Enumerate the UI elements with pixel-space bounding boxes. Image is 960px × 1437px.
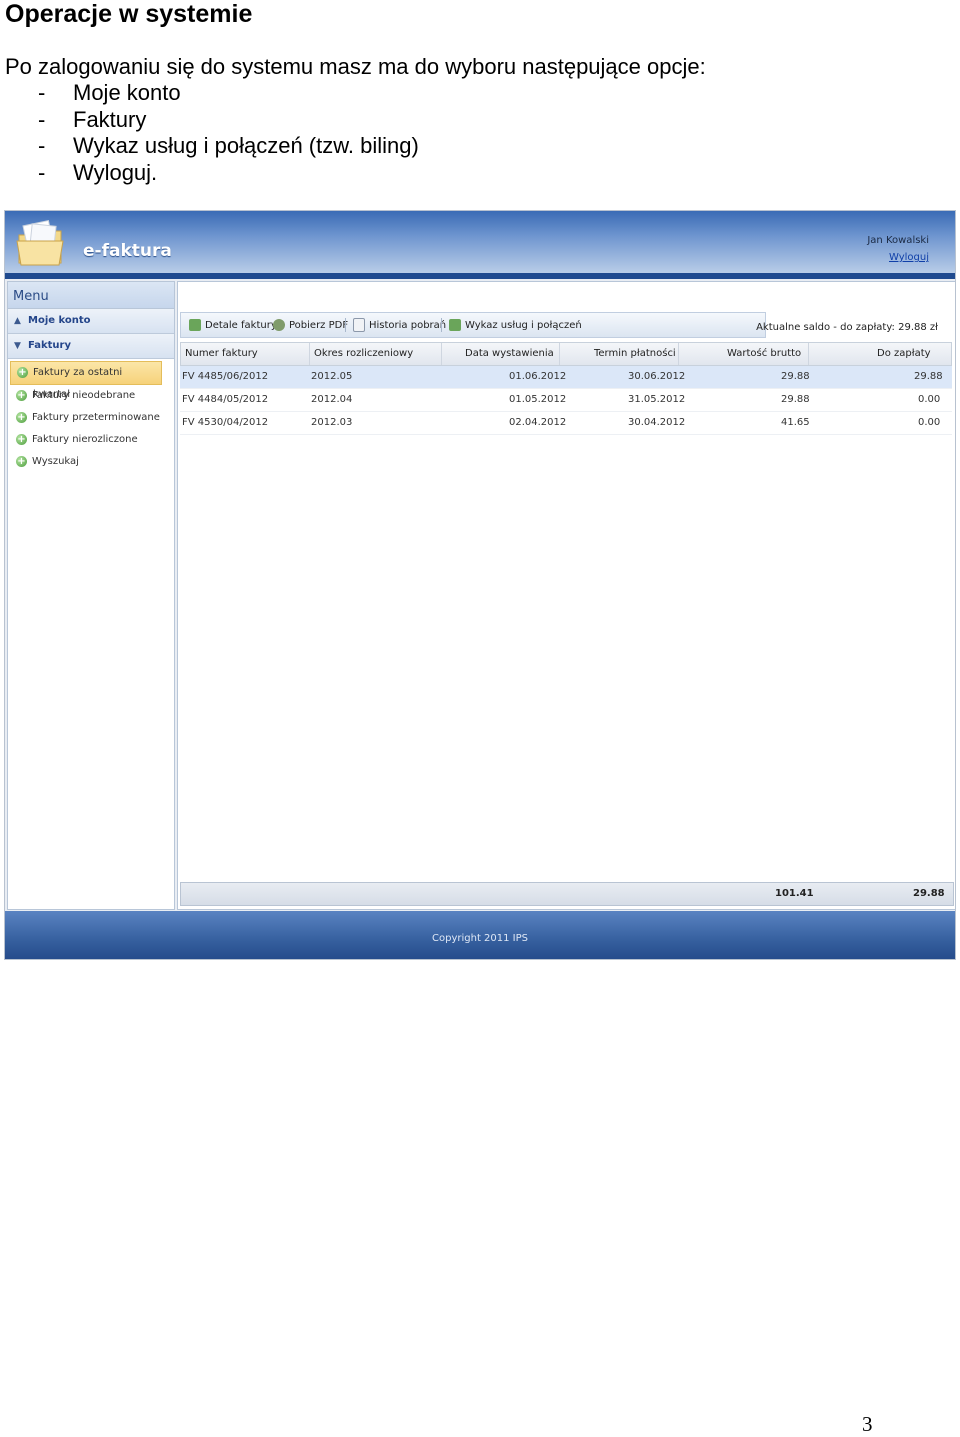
balance-text: Aktualne saldo - do zapłaty: 29.88 zł [756,322,938,333]
cell-invoice-number: FV 4485/06/2012 [182,371,269,382]
sidebar: Menu ▲ Moje konto ▼ Faktury + Faktury za… [7,281,175,910]
section-label: Faktury [28,340,71,351]
page-number: 3 [862,1412,873,1436]
column-header[interactable]: Okres rozliczeniowy [314,343,413,365]
list-item-text: Moje konto [73,80,181,105]
cell-period: 2012.04 [311,394,353,405]
app-footer: Copyright 2011 IPS [5,911,955,959]
button-label: Pobierz PDF [289,320,349,331]
column-divider [309,343,310,365]
sidebar-item-label: Faktury nieodebrane [32,390,136,401]
total-gross: 101.41 [775,888,814,899]
history-icon [353,318,365,332]
list-marker: - [38,80,46,105]
user-name: Jan Kowalski [867,235,929,246]
table-row[interactable]: FV 4530/04/2012 2012.03 02.04.2012 30.04… [180,412,952,435]
list-marker: - [38,159,46,185]
sidebar-item-faktury-przeterminowane[interactable]: + Faktury przeterminowane [8,407,174,429]
table-totals-row: 101.41 29.88 [180,882,954,906]
download-history-button[interactable]: Historia pobrań [353,313,446,337]
sidebar-item-label: Faktury przeterminowane [32,412,160,423]
menu-title: Menu [8,282,174,309]
cell-invoice-number: FV 4530/04/2012 [182,417,269,428]
download-pdf-button[interactable]: Pobierz PDF [273,313,348,337]
list-marker: - [38,133,46,158]
toolbar: Detale faktury Pobierz PDF Historia pobr… [180,312,766,338]
list-item-text: Wyloguj. [73,159,158,185]
button-label: Historia pobrań [369,320,447,331]
sidebar-section-faktury[interactable]: ▼ Faktury [8,334,174,359]
table-row[interactable]: FV 4485/06/2012 2012.05 01.06.2012 30.06… [180,366,952,389]
button-label: Detale faktury [205,320,277,331]
column-divider [678,343,679,365]
logout-link[interactable]: Wyloguj [889,252,929,263]
plus-circle-icon: + [16,390,27,401]
cell-amount-due: 0.00 [918,394,941,405]
cell-gross-value: 41.65 [781,417,810,428]
document-intro: Po zalogowaniu się do systemu masz ma do… [5,54,706,79]
copyright-text: Copyright 2011 IPS [432,933,528,944]
list-item-text: Wykaz usług i połączeń (tzw. biling) [73,133,419,158]
total-due: 29.88 [913,888,945,899]
chevron-down-icon: ▼ [14,341,21,351]
list-item-text: Faktury [73,106,147,132]
app-header: e-faktura Jan Kowalski Wyloguj [5,211,955,279]
plus-circle-icon: + [16,456,27,467]
sidebar-item-label: Faktury nierozliczone [32,434,138,445]
cell-amount-due: 0.00 [918,417,941,428]
cell-issue-date: 02.04.2012 [509,417,567,428]
cell-period: 2012.03 [311,417,353,428]
services-list-button[interactable]: Wykaz usług i połączeń [449,313,582,337]
table-row[interactable]: FV 4484/05/2012 2012.04 01.05.2012 31.05… [180,389,952,412]
document-title: Operacje w systemie [5,0,253,28]
table-header: Numer faktury Okres rozliczeniowy Data w… [180,342,952,366]
sidebar-item-wyszukaj[interactable]: + Wyszukaj [8,451,174,473]
chevron-up-icon: ▲ [14,316,21,326]
list-marker: - [38,106,46,132]
download-pdf-icon [273,319,285,331]
column-header[interactable]: Wartość brutto [727,343,801,365]
invoice-details-button[interactable]: Detale faktury [189,313,277,337]
toolbar-divider [345,318,346,332]
invoice-details-icon [189,319,201,331]
toolbar-divider [441,318,442,332]
cell-issue-date: 01.06.2012 [509,371,567,382]
column-header[interactable]: Termin płatności [594,343,676,365]
plus-circle-icon: + [16,434,27,445]
cell-gross-value: 29.88 [781,394,810,405]
plus-circle-icon: + [17,367,28,378]
plus-circle-icon: + [16,412,27,423]
folder-logo-icon [16,219,64,266]
column-divider [808,343,809,365]
services-icon [449,319,461,331]
cell-invoice-number: FV 4484/05/2012 [182,394,269,405]
invoice-table: Numer faktury Okres rozliczeniowy Data w… [180,342,952,435]
button-label: Wykaz usług i połączeń [465,320,582,331]
sidebar-item-faktury-nieodebrane[interactable]: + Faktury nieodebrane [8,385,174,407]
cell-period: 2012.05 [311,371,353,382]
column-divider [441,343,442,365]
column-divider [559,343,560,365]
cell-gross-value: 29.88 [781,371,810,382]
cell-due-date: 31.05.2012 [628,394,686,405]
content-area: Detale faktury Pobierz PDF Historia pobr… [177,281,955,910]
sidebar-item-faktury-za-ostatni-kwartal[interactable]: + Faktury za ostatni kwartał [10,361,162,400]
cell-due-date: 30.06.2012 [628,371,686,382]
column-header[interactable]: Numer faktury [185,343,258,365]
cell-due-date: 30.04.2012 [628,417,686,428]
column-header[interactable]: Data wystawienia [465,343,554,365]
column-header[interactable]: Do zapłaty [877,343,931,365]
sidebar-item-label: Wyszukaj [32,456,79,467]
cell-issue-date: 01.05.2012 [509,394,567,405]
sidebar-item-faktury-nierozliczone[interactable]: + Faktury nierozliczone [8,429,174,451]
cell-amount-due: 29.88 [914,371,943,382]
app-screenshot: e-faktura Jan Kowalski Wyloguj Menu ▲ Mo… [4,210,956,960]
section-label: Moje konto [28,315,91,326]
sidebar-section-moje-konto[interactable]: ▲ Moje konto [8,309,174,334]
app-name: e-faktura [83,241,172,261]
